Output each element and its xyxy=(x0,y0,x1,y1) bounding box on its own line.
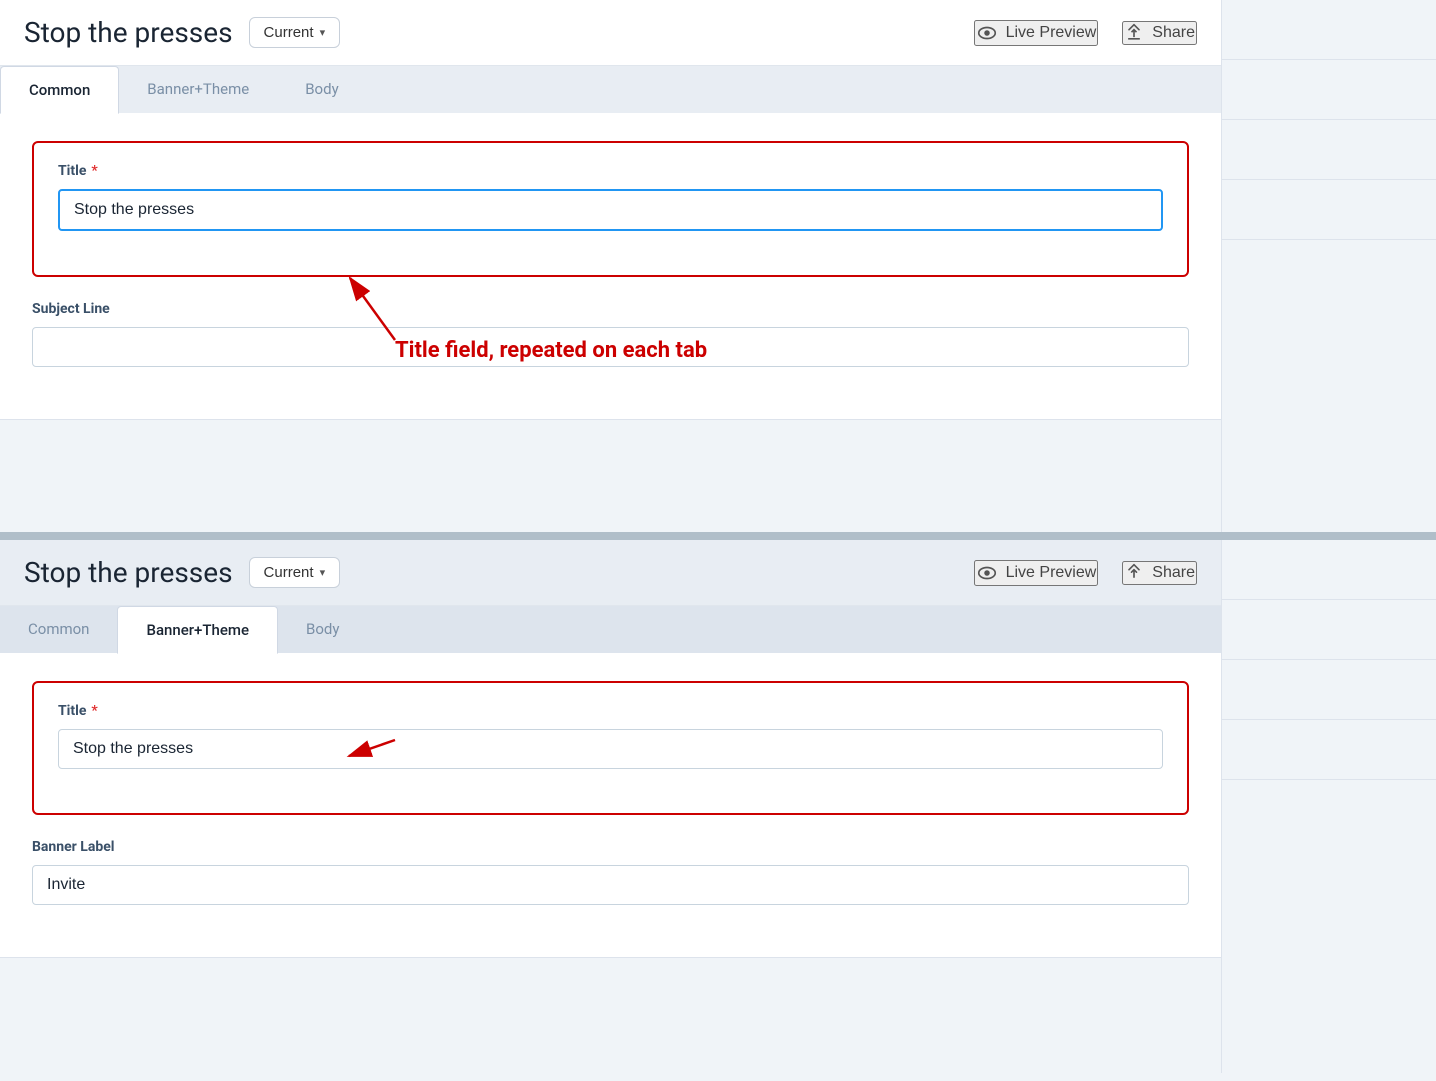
bottom-version-chevron-icon: ▾ xyxy=(320,566,326,579)
top-version-dropdown[interactable]: Current ▾ xyxy=(249,17,341,48)
bottom-section: Stop the presses Current ▾ Live Preview xyxy=(0,540,1436,1073)
top-title-annotation-box: Title * xyxy=(32,141,1189,277)
page-wrapper: Stop the presses Current ▾ Live Preview xyxy=(0,0,1436,1081)
top-sidebar-item-1 xyxy=(1222,0,1436,60)
bottom-sidebar-item-1 xyxy=(1222,540,1436,600)
top-tab-body[interactable]: Body xyxy=(277,66,366,113)
top-header: Stop the presses Current ▾ Live Preview xyxy=(0,0,1221,66)
bottom-tab-body[interactable]: Body xyxy=(278,606,367,653)
bottom-title-label: Title * xyxy=(58,703,1163,719)
top-form-area: Stop the presses Current ▾ Live Preview xyxy=(0,0,1221,532)
top-tab-banner-theme[interactable]: Banner+Theme xyxy=(119,66,277,113)
top-version-chevron-icon: ▾ xyxy=(320,26,326,39)
top-title-input[interactable] xyxy=(58,189,1163,231)
bottom-tab-common[interactable]: Common xyxy=(0,606,117,653)
bottom-title-required-star: * xyxy=(91,703,97,719)
bottom-sidebar-item-3 xyxy=(1222,660,1436,720)
bottom-title-input[interactable] xyxy=(58,729,1163,769)
top-title-label: Title * xyxy=(58,163,1163,179)
top-sidebar-item-2 xyxy=(1222,60,1436,120)
bottom-live-preview-label: Live Preview xyxy=(1006,564,1097,582)
top-subject-line-label: Subject Line xyxy=(32,301,1189,317)
top-eye-icon xyxy=(976,22,998,44)
top-sidebar-item-3 xyxy=(1222,120,1436,180)
bottom-section-inner: Stop the presses Current ▾ Live Preview xyxy=(0,540,1436,1073)
bottom-page-title: Stop the presses xyxy=(24,556,233,589)
top-share-label: Share xyxy=(1152,24,1195,42)
top-panel-content: Title * Subject Line xyxy=(0,113,1221,420)
top-share-icon xyxy=(1124,23,1144,43)
bottom-share-label: Share xyxy=(1152,564,1195,582)
top-tab-common[interactable]: Common xyxy=(0,66,119,114)
bottom-tab-banner-theme[interactable]: Banner+Theme xyxy=(117,606,278,654)
bottom-title-field-group: Title * xyxy=(58,703,1163,769)
bottom-share-icon xyxy=(1124,563,1144,583)
top-live-preview-button[interactable]: Live Preview xyxy=(974,20,1099,46)
top-section-inner: Stop the presses Current ▾ Live Preview xyxy=(0,0,1436,532)
top-tabs-bar: Common Banner+Theme Body xyxy=(0,66,1221,113)
bottom-panel-content: Title * Banner Label xyxy=(0,653,1221,958)
top-version-label: Current xyxy=(264,24,314,41)
bottom-header: Stop the presses Current ▾ Live Preview xyxy=(0,540,1221,606)
bottom-sidebar-item-4 xyxy=(1222,720,1436,780)
top-right-sidebar xyxy=(1221,0,1436,532)
bottom-form-area: Stop the presses Current ▾ Live Preview xyxy=(0,540,1221,1073)
top-share-button[interactable]: Share xyxy=(1122,21,1197,45)
top-page-title: Stop the presses xyxy=(24,16,233,49)
bottom-banner-label-label: Banner Label xyxy=(32,839,1189,855)
bottom-banner-label-input[interactable] xyxy=(32,865,1189,905)
bottom-live-preview-button[interactable]: Live Preview xyxy=(974,560,1099,586)
bottom-share-button[interactable]: Share xyxy=(1122,561,1197,585)
bottom-sidebar-item-2 xyxy=(1222,600,1436,660)
bottom-version-dropdown[interactable]: Current ▾ xyxy=(249,557,341,588)
top-title-required-star: * xyxy=(91,163,97,179)
top-live-preview-label: Live Preview xyxy=(1006,24,1097,42)
bottom-tabs-bar: Common Banner+Theme Body xyxy=(0,606,1221,653)
top-sidebar-item-4 xyxy=(1222,180,1436,240)
top-section: Stop the presses Current ▾ Live Preview xyxy=(0,0,1436,540)
annotation-text: Title field, repeated on each tab xyxy=(395,338,707,363)
top-header-right: Live Preview Share xyxy=(974,20,1197,46)
bottom-eye-icon xyxy=(976,562,998,584)
bottom-header-right: Live Preview Share xyxy=(974,560,1197,586)
bottom-right-sidebar xyxy=(1221,540,1436,1073)
bottom-title-annotation-box: Title * xyxy=(32,681,1189,815)
bottom-version-label: Current xyxy=(264,564,314,581)
top-title-field-group: Title * xyxy=(58,163,1163,231)
bottom-banner-label-field-group: Banner Label xyxy=(32,839,1189,905)
